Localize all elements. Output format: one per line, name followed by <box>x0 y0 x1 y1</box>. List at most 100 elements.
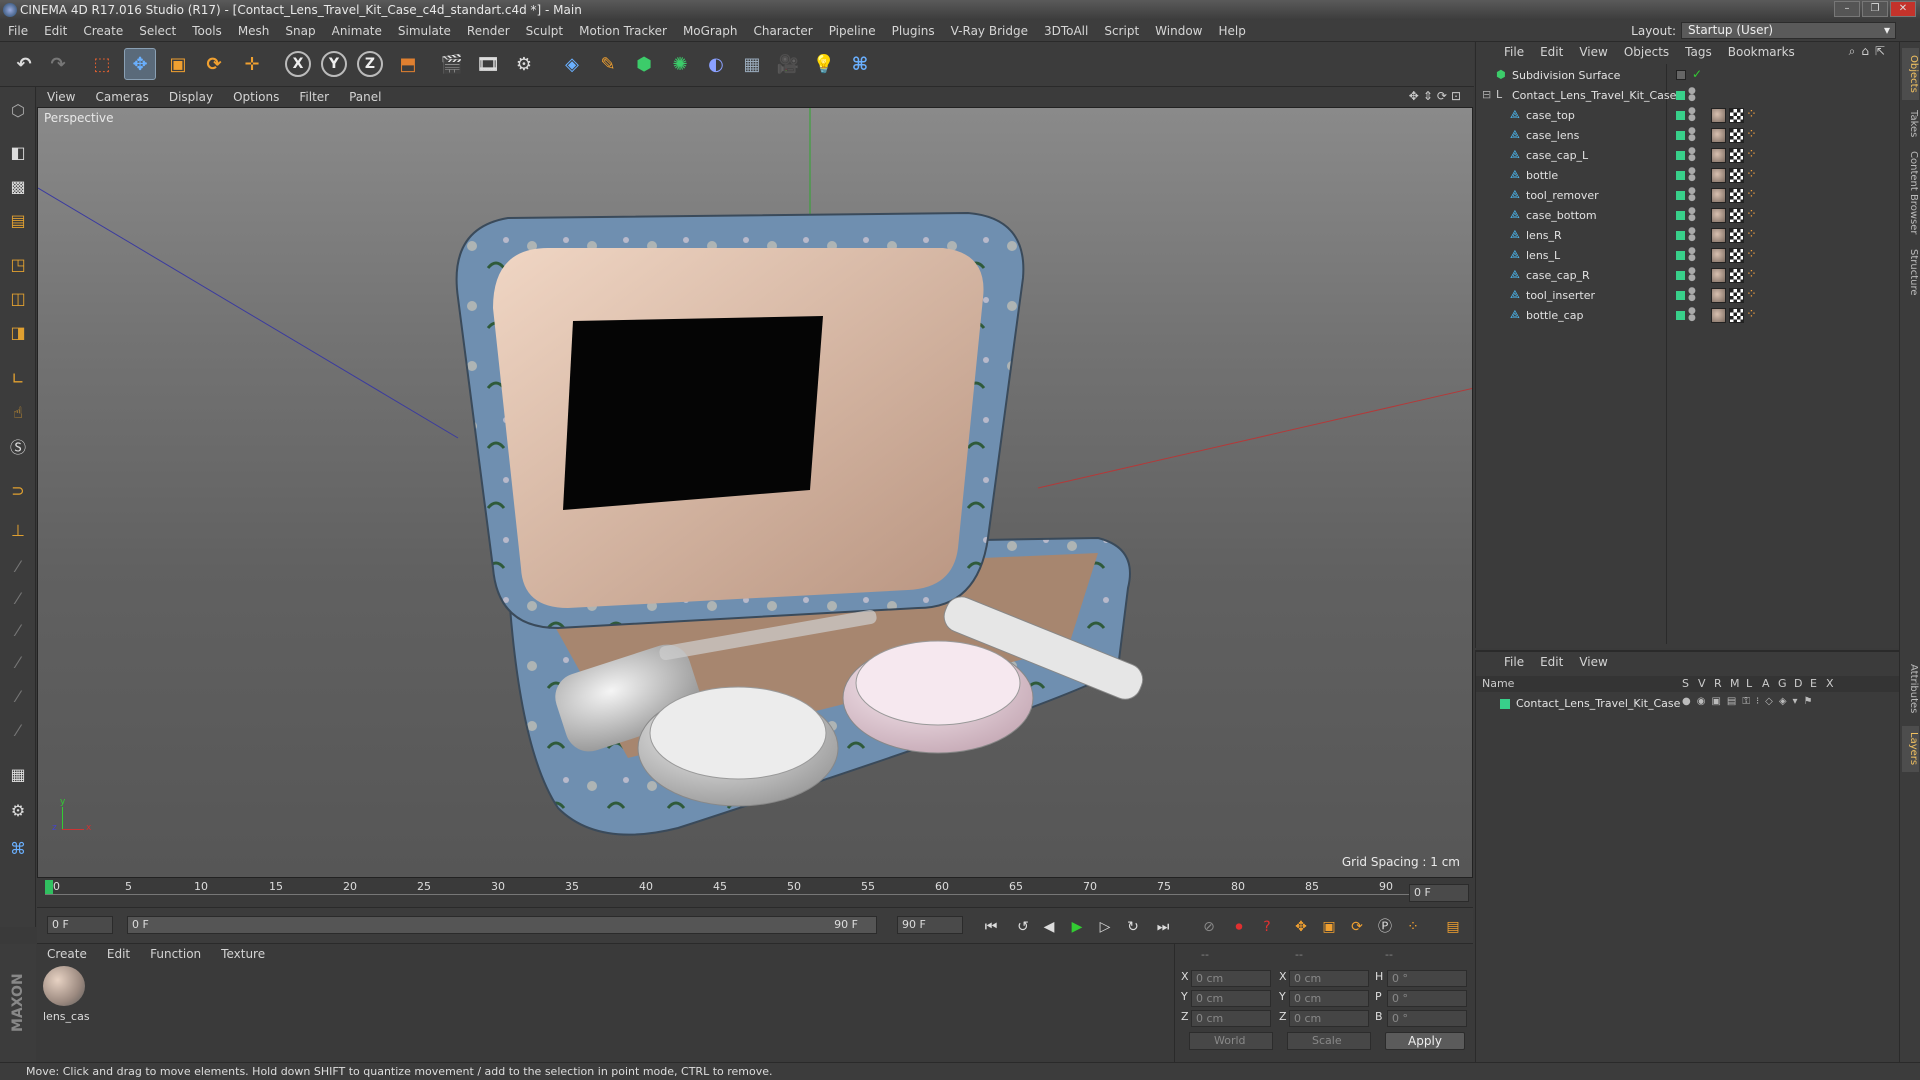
objmgr-menu-edit[interactable]: Edit <box>1532 45 1571 59</box>
visibility-dots-icon[interactable]: ● ● <box>1688 247 1696 263</box>
size-y-field[interactable]: 0 cm <box>1289 990 1369 1007</box>
object-row-group[interactable]: ⊟ L Contact_Lens_Travel_Kit_Case ● ● <box>1476 86 1900 106</box>
menu-simulate[interactable]: Simulate <box>390 24 459 38</box>
prev-key-icon[interactable]: ↺ <box>1011 916 1035 938</box>
position-z-field[interactable]: 0 cm <box>1191 1010 1271 1027</box>
workplane-axis-icon[interactable]: ⊥ <box>3 515 33 545</box>
python-icon[interactable]: ⌘ <box>844 48 876 80</box>
layer-color-icon[interactable] <box>1676 70 1686 80</box>
object-row-lens-l[interactable]: ⟁ lens_L ● ● ⁘ <box>1476 246 1900 266</box>
maximize-button[interactable]: ❐ <box>1862 1 1888 17</box>
cube-primitive-icon[interactable]: ◈ <box>556 48 588 80</box>
record-keys-icon[interactable]: ⊘ <box>1197 916 1221 938</box>
material-tag-icon[interactable] <box>1711 108 1726 123</box>
layer-color-icon[interactable] <box>1676 111 1685 120</box>
object-row-case-bottom[interactable]: ⟁ case_bottom ● ● ⁘ <box>1476 206 1900 226</box>
size-x-field[interactable]: 0 cm <box>1289 970 1369 987</box>
collapse-icon[interactable]: ⊟ <box>1482 89 1494 101</box>
layer-color-icon[interactable] <box>1676 231 1685 240</box>
object-row-subdivision-surface[interactable]: ⬢ Subdivision Surface ✓ <box>1476 66 1900 86</box>
visibility-dots-icon[interactable]: ● ● <box>1688 147 1696 163</box>
brush-tool-5-icon[interactable]: ⁄ <box>3 681 33 711</box>
menu-snap[interactable]: Snap <box>277 24 323 38</box>
menu-pipeline[interactable]: Pipeline <box>821 24 884 38</box>
header-animation[interactable]: A <box>1762 677 1770 690</box>
coordinate-space-dropdown[interactable]: World <box>1189 1032 1273 1050</box>
material-tag-icon[interactable] <box>1711 188 1726 203</box>
header-xref[interactable]: X <box>1826 677 1834 690</box>
texture-mode-icon[interactable]: ▩ <box>3 171 33 201</box>
redo-icon[interactable]: ↷ <box>42 48 74 80</box>
material-preview-ball[interactable] <box>43 966 85 1006</box>
header-locked[interactable]: L <box>1746 677 1752 690</box>
apply-button[interactable]: Apply <box>1385 1032 1465 1050</box>
material-tag-icon[interactable] <box>1711 168 1726 183</box>
scale-tool-icon[interactable]: ▣ <box>162 48 194 80</box>
object-row-case-cap-r[interactable]: ⟁ case_cap_R ● ● ⁘ <box>1476 266 1900 286</box>
deformer-icon[interactable]: ◐ <box>700 48 732 80</box>
undo-icon[interactable]: ↶ <box>8 48 40 80</box>
menu-mesh[interactable]: Mesh <box>230 24 278 38</box>
subdivision-surface-icon[interactable]: ⬢ <box>628 48 660 80</box>
key-parameter-icon[interactable]: Ⓟ <box>1373 916 1397 938</box>
objmgr-menu-tags[interactable]: Tags <box>1677 45 1720 59</box>
uvw-tag-icon[interactable] <box>1729 228 1744 243</box>
material-tag-icon[interactable] <box>1711 248 1726 263</box>
material-tag-icon[interactable] <box>1711 148 1726 163</box>
tab-structure[interactable]: Structure <box>1902 242 1919 302</box>
workplane-mode-icon[interactable]: ▤ <box>3 205 33 235</box>
selection-tag-icon[interactable]: ⁘ <box>1746 288 1758 303</box>
brush-tool-2-icon[interactable]: ⁄ <box>3 583 33 613</box>
material-menu-texture[interactable]: Texture <box>211 947 275 961</box>
quantize-icon[interactable]: ⚙ <box>3 795 33 825</box>
menu-file[interactable]: File <box>0 24 36 38</box>
auto-keying-icon[interactable]: ⏺ <box>1227 916 1251 938</box>
viewport-menu-view[interactable]: View <box>37 90 85 104</box>
live-selection-icon[interactable]: ⬚ <box>86 48 118 80</box>
selection-tag-icon[interactable]: ⁘ <box>1746 248 1758 263</box>
visibility-dots-icon[interactable]: ● ● <box>1688 167 1696 183</box>
uvw-tag-icon[interactable] <box>1729 168 1744 183</box>
light-icon[interactable]: 💡 <box>808 48 840 80</box>
selection-tag-icon[interactable]: ⁘ <box>1746 108 1758 123</box>
render-view-icon[interactable]: 🎬 <box>436 48 468 80</box>
menu-vray-bridge[interactable]: V-Ray Bridge <box>943 24 1036 38</box>
selection-tag-icon[interactable]: ⁘ <box>1746 208 1758 223</box>
menu-animate[interactable]: Animate <box>324 24 390 38</box>
rotation-p-field[interactable]: 0 ° <box>1387 990 1467 1007</box>
goto-end-icon[interactable]: ⏭ <box>1151 916 1175 938</box>
key-scale-icon[interactable]: ▣ <box>1317 916 1341 938</box>
visibility-dots-icon[interactable]: ● ● <box>1688 187 1696 203</box>
menu-script[interactable]: Script <box>1096 24 1147 38</box>
size-mode-dropdown[interactable]: Scale <box>1287 1032 1371 1050</box>
spline-pen-icon[interactable]: ✎ <box>592 48 624 80</box>
visibility-dots-icon[interactable]: ● ● <box>1688 267 1696 283</box>
timeline-window-icon[interactable]: ▤ <box>1441 916 1465 938</box>
header-deformers[interactable]: D <box>1794 677 1802 690</box>
rotation-b-field[interactable]: 0 ° <box>1387 1010 1467 1027</box>
y-axis-lock-button[interactable]: Y <box>318 48 350 80</box>
start-frame-field[interactable]: 0 F <box>47 916 113 934</box>
viewport-menu-cameras[interactable]: Cameras <box>85 90 158 104</box>
objmgr-menu-view[interactable]: View <box>1571 45 1615 59</box>
uvw-tag-icon[interactable] <box>1729 148 1744 163</box>
tab-takes[interactable]: Takes <box>1902 104 1919 144</box>
menu-character[interactable]: Character <box>745 24 820 38</box>
tab-content-browser[interactable]: Content Browser <box>1902 148 1919 238</box>
visibility-dots-icon[interactable]: ● ● <box>1688 287 1696 303</box>
layer-flags-icons[interactable]: ●◉▣▤⚿⁝◇◈▾⚑ <box>1682 696 1819 707</box>
visibility-dots-icon[interactable]: ● ● <box>1688 107 1696 123</box>
mograph-cloner-icon[interactable]: ✺ <box>664 48 696 80</box>
uvw-tag-icon[interactable] <box>1729 108 1744 123</box>
object-row-bottle-cap[interactable]: ⟁ bottle_cap ● ● ⁘ <box>1476 306 1900 326</box>
layer-color-icon[interactable] <box>1676 151 1685 160</box>
viewport-menu-options[interactable]: Options <box>223 90 289 104</box>
selection-tag-icon[interactable]: ⁘ <box>1746 168 1758 183</box>
header-render[interactable]: R <box>1714 677 1722 690</box>
objmgr-menu-objects[interactable]: Objects <box>1616 45 1677 59</box>
layer-color-icon[interactable] <box>1676 291 1685 300</box>
tab-attributes[interactable]: Attributes <box>1902 656 1919 722</box>
z-axis-lock-button[interactable]: Z <box>354 48 386 80</box>
objmgr-search-home-icons[interactable]: ⌕⌂⇱ <box>1849 44 1891 59</box>
menu-plugins[interactable]: Plugins <box>884 24 943 38</box>
